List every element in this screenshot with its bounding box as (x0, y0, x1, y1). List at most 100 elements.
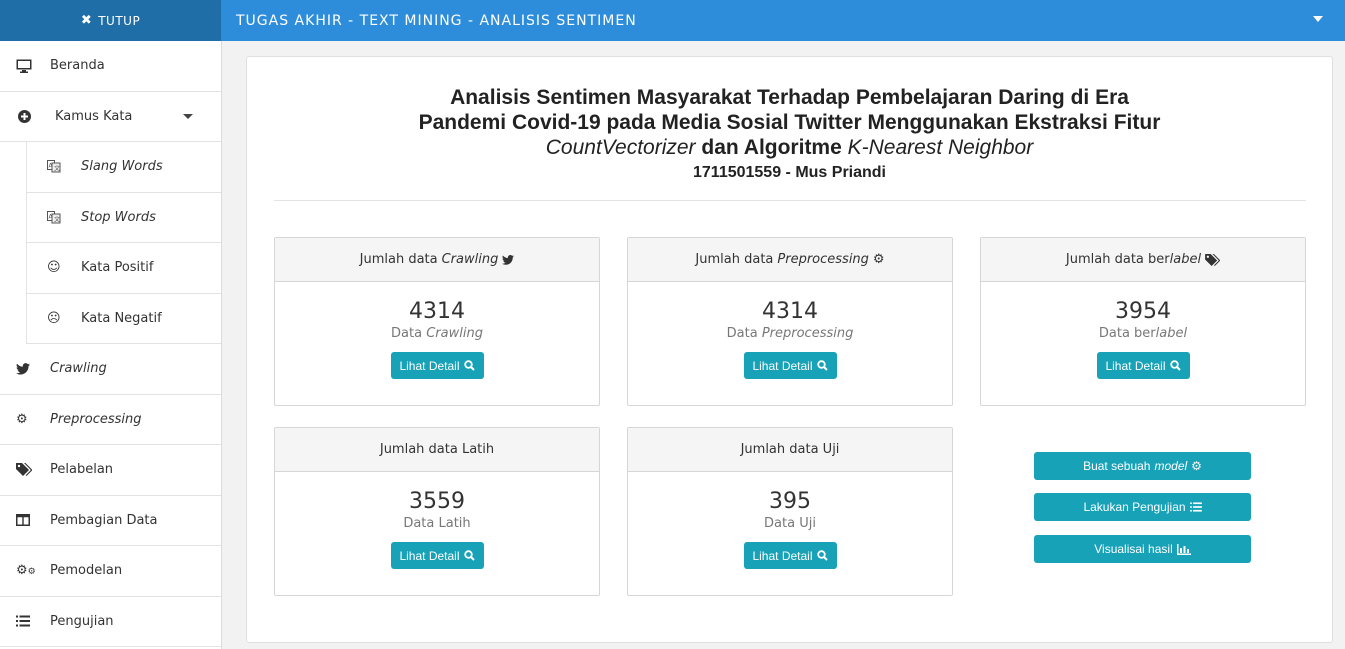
search-icon (1169, 360, 1181, 371)
card-header: Jumlah data berlabel (981, 238, 1305, 282)
card-header-text: Jumlah data (359, 252, 438, 267)
run-test-button[interactable]: Lakukan Pengujian (1034, 493, 1251, 521)
button-label: Lihat Detail (399, 358, 460, 373)
sidebar-item-pembagian-data[interactable]: Pembagian Data (0, 496, 221, 546)
build-model-button[interactable]: Buat sebuah model ⚙ (1034, 452, 1251, 480)
detail-button-crawling[interactable]: Lihat Detail (390, 352, 484, 379)
frown-icon: ☹ (47, 310, 61, 326)
sidebar-item-stop-words[interactable]: A文 Stop Words (26, 192, 221, 243)
twitter-icon (502, 254, 515, 265)
chevron-down-icon (183, 113, 193, 119)
author: 1711501559 - Mus Priandi (693, 164, 886, 181)
card-header-text: Jumlah data Uji (740, 442, 840, 457)
card-subtitle: Data Crawling (391, 326, 483, 341)
card-header: Jumlah data Crawling (275, 238, 599, 282)
sidebar-item-beranda[interactable]: Beranda (0, 41, 221, 92)
sidebar-item-pemodelan[interactable]: ⚙⚙ Pemodelan (0, 546, 221, 597)
stat-card-labeled: Jumlah data berlabel 3954 Data berlabel … (980, 237, 1306, 406)
gears-icon: ⚙⚙ (16, 563, 36, 579)
sidebar-item-label: Preprocessing (50, 411, 142, 427)
monitor-icon (0, 59, 50, 73)
sidebar-item-preprocessing[interactable]: ⚙ Preprocessing (0, 395, 221, 445)
card-header: Jumlah data Uji (628, 428, 952, 472)
title-algorithm: K-Nearest Neighbor (847, 136, 1034, 159)
card-header-text: Jumlah data berlabel (1065, 252, 1202, 267)
sidebar-item-pelabelan[interactable]: Pelabelan (0, 445, 221, 496)
search-icon (816, 360, 828, 371)
card-count: 4314 (409, 299, 465, 324)
title-line-1: Analisis Sentimen Masyarakat Terhadap Pe… (450, 86, 1129, 109)
button-label: Lihat Detail (752, 548, 813, 563)
stat-card-test: Jumlah data Uji 395 Data Uji Lihat Detai… (627, 427, 953, 596)
card-header: Jumlah data Preprocessing ⚙ (628, 238, 952, 282)
card-header: Jumlah data Latih (275, 428, 599, 472)
button-label-em: model (1154, 459, 1188, 473)
twitter-icon (0, 362, 50, 375)
svg-text:文: 文 (54, 215, 60, 223)
svg-text:文: 文 (54, 165, 60, 173)
tags-icon (0, 463, 50, 477)
close-icon: ✖ (80, 13, 93, 28)
search-icon (816, 550, 828, 561)
sidebar-item-label: Kata Positif (81, 260, 154, 276)
sidebar-item-label: Pembagian Data (50, 512, 158, 528)
card-header-text: Jumlah data (695, 252, 774, 267)
columns-icon (0, 514, 50, 527)
stat-card-training: Jumlah data Latih 3559 Data Latih Lihat … (274, 427, 600, 596)
card-subtitle: Data Uji (764, 516, 816, 531)
close-label: TUTUP (98, 13, 141, 28)
gear-icon: ⚙ (16, 411, 28, 427)
sidebar-item-label: Slang Words (81, 159, 163, 175)
button-label: Buat sebuah (1083, 459, 1151, 473)
detail-button-labeled[interactable]: Lihat Detail (1096, 352, 1190, 379)
card-subtitle: Data Latih (403, 516, 471, 531)
card-count: 3954 (1115, 299, 1171, 324)
card-header-em: Preprocessing (777, 252, 869, 267)
sidebar-item-slang-words[interactable]: A文 Slang Words (26, 142, 221, 193)
title-connector: dan Algoritme (701, 136, 842, 159)
main-panel: Analisis Sentimen Masyarakat Terhadap Pe… (246, 56, 1333, 643)
sidebar-item-pengujian[interactable]: Pengujian (0, 597, 221, 647)
sidebar-item-label: Kata Negatif (81, 310, 162, 326)
topbar: ✖ TUTUP TUGAS AKHIR - TEXT MINING - ANAL… (0, 0, 1345, 41)
button-label: Lihat Detail (1105, 358, 1166, 373)
detail-button-training[interactable]: Lihat Detail (390, 542, 484, 569)
tags-icon (1205, 253, 1221, 266)
sidebar-item-crawling[interactable]: Crawling (0, 344, 221, 395)
button-label: Lihat Detail (399, 548, 460, 563)
sidebar-item-label: Pemodelan (50, 563, 123, 579)
card-header-em: Crawling (441, 252, 499, 267)
button-label: Lihat Detail (752, 358, 813, 373)
detail-button-test[interactable]: Lihat Detail (743, 542, 837, 569)
sidebar-item-label: Crawling (50, 361, 107, 377)
sidebar-item-kata-negatif[interactable]: ☹ Kata Negatif (26, 293, 221, 344)
sidebar-item-kamus-kata[interactable]: Kamus Kata (0, 92, 221, 142)
smile-icon: ☺ (47, 260, 61, 276)
list-icon (0, 615, 50, 627)
translate-icon: A文 (27, 210, 81, 224)
app-header: TUGAS AKHIR - TEXT MINING - ANALISIS SEN… (221, 0, 1345, 41)
app-title: TUGAS AKHIR - TEXT MINING - ANALISIS SEN… (236, 12, 637, 29)
sidebar-item-label: Kamus Kata (55, 108, 133, 124)
card-subtitle: Data berlabel (1098, 326, 1188, 341)
card-count: 395 (769, 489, 811, 514)
stat-card-preprocessing: Jumlah data Preprocessing ⚙ 4314 Data Pr… (627, 237, 953, 406)
detail-button-preprocessing[interactable]: Lihat Detail (743, 352, 837, 379)
gears-icon: ⚙ (1191, 459, 1202, 473)
visualize-button[interactable]: Visualisai hasil (1034, 535, 1251, 563)
gear-icon: ⚙ (872, 252, 885, 267)
sidebar-item-label: Pelabelan (50, 462, 114, 478)
sidebar-item-label: Stop Words (81, 209, 156, 225)
title-line-3: CountVectorizer dan Algoritme K-Nearest … (247, 135, 1332, 160)
card-subtitle: Data Preprocessing (726, 326, 854, 341)
close-sidebar-button[interactable]: ✖ TUTUP (0, 0, 221, 41)
plus-circle-icon (0, 109, 55, 123)
list-icon (1189, 502, 1202, 512)
page-title: Analisis Sentimen Masyarakat Terhadap Pe… (247, 85, 1332, 182)
bar-chart-icon (1176, 543, 1191, 555)
sidebar-item-label: Pengujian (50, 613, 114, 629)
chevron-down-icon[interactable] (1313, 16, 1323, 22)
divider (274, 200, 1306, 201)
sidebar-item-kata-positif[interactable]: ☺ Kata Positif (26, 243, 221, 294)
button-label: Visualisai hasil (1094, 542, 1173, 556)
